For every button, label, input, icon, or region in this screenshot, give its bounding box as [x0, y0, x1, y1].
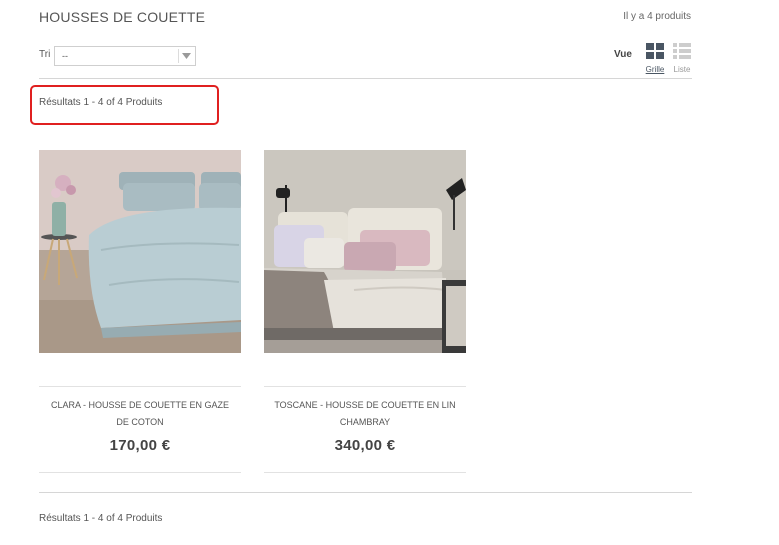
product-image[interactable]	[39, 150, 241, 353]
product-price: 170,00 €	[109, 437, 171, 454]
divider	[39, 472, 241, 473]
product-name[interactable]: CLARA - HOUSSE DE COUETTE EN GAZE DE COT…	[39, 397, 241, 431]
sort-select[interactable]: --	[54, 46, 196, 66]
divider	[39, 386, 241, 387]
list-icon	[673, 43, 691, 59]
grid-icon	[646, 43, 664, 59]
product-card[interactable]: TOSCANE - HOUSSE DE COUETTE EN LIN CHAMB…	[264, 150, 466, 473]
chevron-down-icon[interactable]	[178, 49, 193, 63]
highlight-box	[30, 85, 219, 125]
divider	[264, 386, 466, 387]
divider	[264, 472, 466, 473]
divider	[39, 492, 692, 493]
divider	[39, 78, 692, 79]
list-view-label: Liste	[673, 65, 691, 74]
product-price: 340,00 €	[334, 437, 396, 454]
results-summary-bottom: Résultats 1 - 4 of 4 Produits	[39, 513, 163, 524]
product-count: Il y a 4 produits	[623, 11, 691, 22]
grid-view-button[interactable]: Grille	[644, 43, 666, 74]
view-label: Vue	[614, 49, 632, 60]
sort-label: Tri	[39, 49, 51, 60]
product-name[interactable]: TOSCANE - HOUSSE DE COUETTE EN LIN CHAMB…	[264, 397, 466, 431]
grid-view-label: Grille	[645, 65, 665, 74]
list-view-button[interactable]: Liste	[671, 43, 693, 74]
sort-selected-value: --	[62, 51, 68, 61]
product-image[interactable]	[264, 150, 466, 353]
page-title: HOUSSES DE COUETTE	[39, 9, 206, 25]
product-card[interactable]: CLARA - HOUSSE DE COUETTE EN GAZE DE COT…	[39, 150, 241, 473]
